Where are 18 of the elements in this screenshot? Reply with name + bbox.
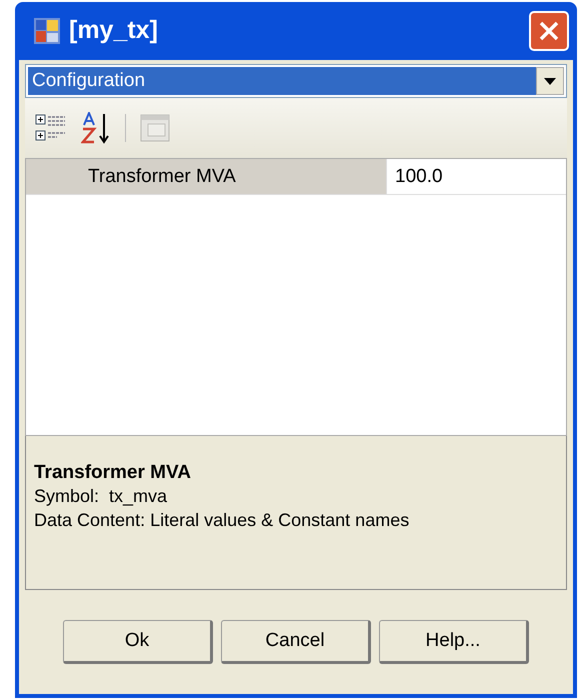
description-title: Transformer MVA bbox=[34, 462, 192, 484]
description-text: Data Content: Literal values & Constant names bbox=[34, 509, 410, 532]
close-icon bbox=[538, 20, 560, 42]
close-button[interactable] bbox=[529, 11, 569, 51]
dropdown-arrow-button[interactable] bbox=[536, 67, 564, 95]
dialog-button[interactable]: Ok bbox=[63, 620, 213, 664]
caret-icon bbox=[544, 78, 556, 84]
property-value-field[interactable]: 100.0 bbox=[386, 159, 566, 194]
description-text: Symbol: tx_mva bbox=[34, 485, 168, 508]
category-dropdown[interactable]: Configuration bbox=[25, 64, 567, 98]
window-title: [my_tx] bbox=[69, 15, 158, 46]
dialog-button[interactable]: Cancel bbox=[221, 620, 371, 664]
app-icon bbox=[33, 17, 61, 45]
categorized-view-icon[interactable] bbox=[35, 113, 67, 143]
dropdown-value: Configuration bbox=[28, 67, 536, 95]
property-name[interactable]: Transformer MVA bbox=[26, 159, 386, 194]
dialog-button[interactable]: Help... bbox=[379, 620, 529, 664]
alphabetical-sort-icon[interactable] bbox=[81, 112, 111, 144]
